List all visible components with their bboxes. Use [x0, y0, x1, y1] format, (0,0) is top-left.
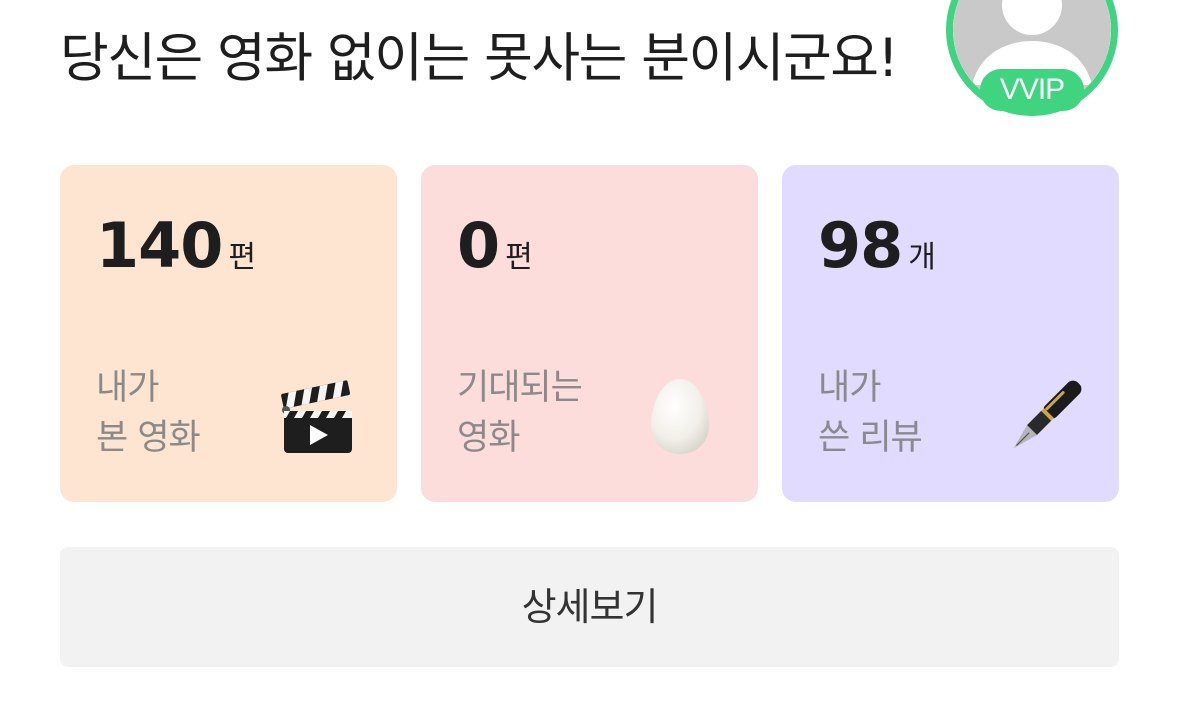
- egg-icon: [651, 379, 709, 454]
- stats-cards: 140 편 내가 본 영화 0 편 기대되는 영화 98 개 내가 쓴 리뷰: [60, 165, 1119, 502]
- profile-summary: 당신은 영화 없이는 못사는 분이시군요! VVIP 140편 내가 본 영화: [0, 0, 1179, 720]
- stat-label-line: 본 영화: [96, 418, 201, 458]
- stat-unit: 편: [228, 240, 257, 275]
- fountain-pen-icon: [1013, 380, 1082, 449]
- stat-card-expected-movies[interactable]: 0편 기대되는 영화: [421, 165, 758, 502]
- view-details-button[interactable]: 상세보기: [60, 547, 1119, 667]
- stat-count: 140 편: [96, 209, 256, 282]
- stat-unit: 개: [908, 240, 936, 275]
- stat-label-line: 쓴 리뷰: [818, 418, 923, 458]
- stat-count: 0편: [457, 209, 533, 282]
- stat-value: 140: [96, 209, 223, 282]
- profile-avatar[interactable]: VVIP: [946, 0, 1118, 116]
- stat-label-line: 내가: [96, 368, 159, 408]
- stat-label-line: 내가: [818, 368, 881, 408]
- stat-count: 98 개: [818, 209, 936, 282]
- stat-label: 내가 본 영화: [96, 363, 201, 463]
- stat-label: 기대되는 영화: [457, 363, 583, 463]
- clapperboard-icon: [281, 380, 352, 453]
- stat-value: 0: [457, 209, 500, 282]
- stat-label-line: 영화: [457, 418, 520, 458]
- status-badge: VVIP: [980, 69, 1084, 111]
- stat-value: 98: [818, 209, 903, 282]
- stat-card-written-reviews[interactable]: 98 개 내가 쓴 리뷰: [782, 165, 1119, 502]
- stat-label-line: 기대되는: [457, 368, 583, 408]
- stat-label: 내가 쓴 리뷰: [818, 363, 923, 463]
- page-title: 당신은 영화 없이는 못사는 분이시군요!: [60, 28, 899, 89]
- stat-unit: 편: [505, 240, 533, 275]
- stat-card-watched-movies[interactable]: 140 편 내가 본 영화: [60, 165, 397, 502]
